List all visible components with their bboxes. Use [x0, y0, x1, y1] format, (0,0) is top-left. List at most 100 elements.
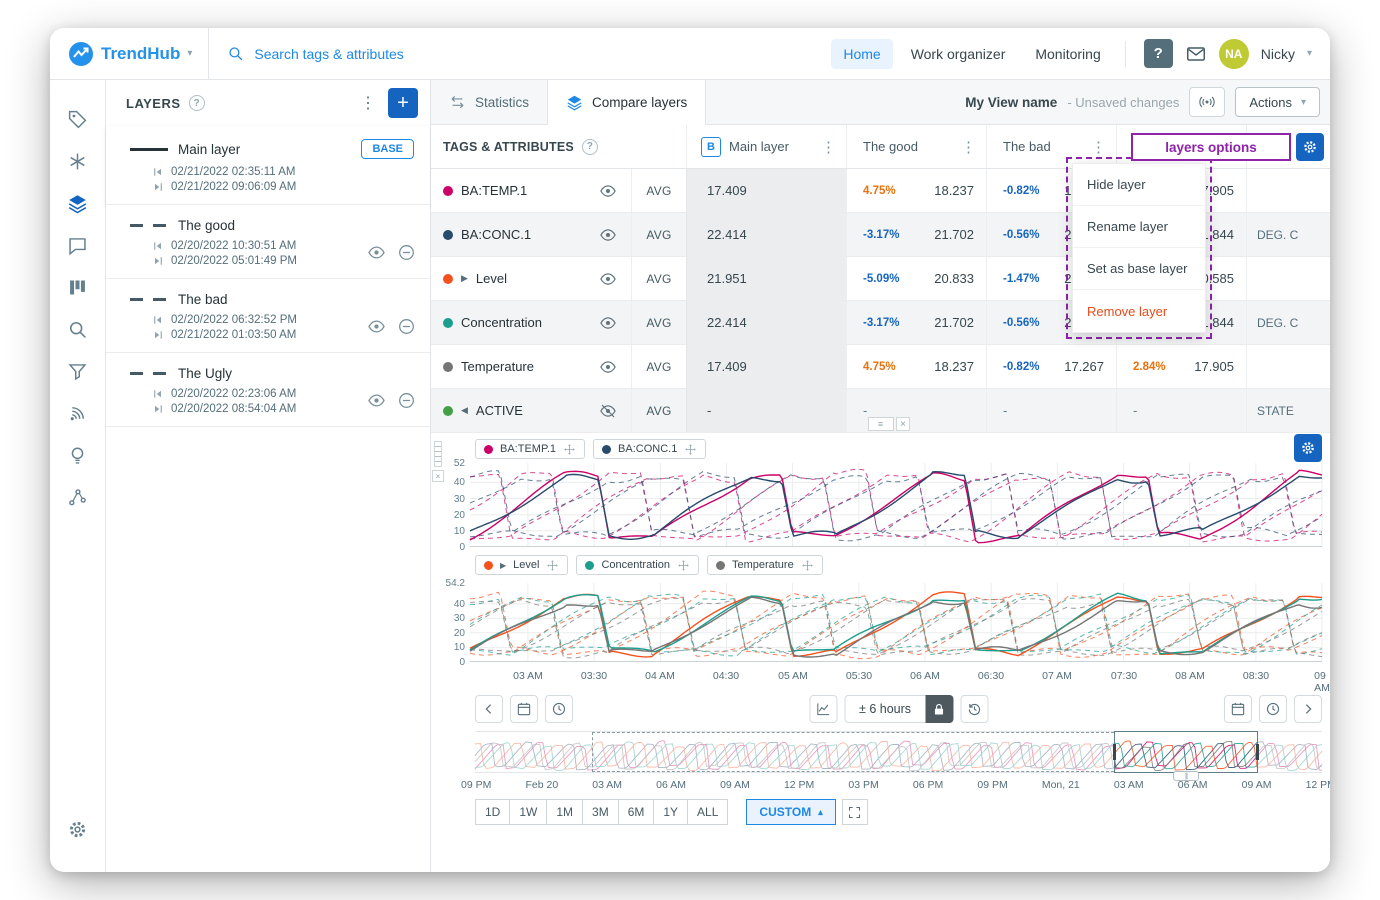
- chart-settings-button[interactable]: [1294, 434, 1322, 462]
- help-button[interactable]: ?: [1144, 39, 1173, 68]
- overview-selection-window[interactable]: [1114, 731, 1258, 773]
- bottom-trend-chart[interactable]: [470, 583, 1322, 662]
- visibility-eye-icon[interactable]: [599, 182, 631, 200]
- expand-icon[interactable]: ▶: [500, 561, 506, 570]
- aggregation-select[interactable]: AVG: [631, 169, 686, 212]
- layer-visibility-eye-icon[interactable]: [367, 317, 386, 336]
- history-button[interactable]: [960, 695, 988, 723]
- table-settings-button[interactable]: [1296, 133, 1324, 161]
- tag-name-cell[interactable]: Concentration: [431, 301, 631, 344]
- aggregation-select[interactable]: AVG: [631, 257, 686, 300]
- rail-search-button[interactable]: [57, 308, 99, 350]
- visibility-eye-off-icon[interactable]: [599, 402, 631, 420]
- panel-divider-widget[interactable]: ≡ ×: [868, 417, 910, 431]
- actions-button[interactable]: Actions▾: [1235, 87, 1320, 117]
- lock-timespan-button[interactable]: [925, 695, 953, 723]
- timespan-label[interactable]: ± 6 hours: [844, 695, 925, 723]
- layer-visibility-eye-icon[interactable]: [367, 391, 386, 410]
- aggregation-select[interactable]: AVG: [631, 389, 686, 432]
- end-time-button[interactable]: [1259, 695, 1287, 723]
- layer-remove-minus-icon[interactable]: [397, 243, 416, 262]
- range-3m-button[interactable]: 3M: [582, 799, 619, 825]
- rail-layers-button[interactable]: [57, 182, 99, 224]
- layer-item-the-ugly[interactable]: The Ugly 02/20/2022 02:23:06 AM 02/20/20…: [106, 353, 430, 427]
- start-date-button[interactable]: [510, 695, 538, 723]
- nav-home[interactable]: Home: [831, 39, 892, 69]
- menu-item-rename-layer[interactable]: Rename layer: [1073, 206, 1205, 248]
- aggregation-select[interactable]: AVG: [631, 301, 686, 344]
- broadcast-button[interactable]: [1189, 87, 1225, 117]
- rail-columns-button[interactable]: [57, 266, 99, 308]
- close-icon[interactable]: ×: [432, 470, 444, 482]
- top-trend-chart[interactable]: [470, 463, 1322, 547]
- tab-statistics[interactable]: Statistics: [431, 80, 548, 124]
- rail-signal-button[interactable]: [57, 392, 99, 434]
- start-time-button[interactable]: [545, 695, 573, 723]
- nav-monitoring[interactable]: Monitoring: [1023, 39, 1112, 69]
- side-scroll-widget[interactable]: ×: [432, 441, 444, 482]
- rail-context-button[interactable]: [57, 140, 99, 182]
- menu-item-hide-layer[interactable]: Hide layer: [1073, 164, 1205, 206]
- column-menu-icon[interactable]: ⋮: [821, 138, 846, 156]
- vertical-grip[interactable]: [434, 441, 442, 467]
- scroll-right-button[interactable]: [1294, 695, 1322, 723]
- rail-filter-button[interactable]: [57, 350, 99, 392]
- column-menu-icon[interactable]: ⋮: [1091, 138, 1116, 156]
- overview-timeline[interactable]: ∥: [475, 731, 1322, 773]
- layer-remove-minus-icon[interactable]: [397, 317, 416, 336]
- layer-visibility-eye-icon[interactable]: [367, 243, 386, 262]
- aggregation-select[interactable]: AVG: [631, 345, 686, 388]
- user-menu-caret-icon[interactable]: ▾: [1307, 48, 1312, 59]
- legend-chip-level[interactable]: ▶ Level: [475, 555, 568, 575]
- range-1d-button[interactable]: 1D: [475, 799, 510, 825]
- tag-name-cell[interactable]: Temperature: [431, 345, 631, 388]
- visibility-eye-icon[interactable]: [599, 270, 631, 288]
- overview-selection-grip[interactable]: ∥: [1173, 771, 1199, 781]
- move-icon[interactable]: [801, 559, 814, 572]
- tag-name-cell[interactable]: BA:TEMP.1: [431, 169, 631, 212]
- menu-item-set-as-base-layer[interactable]: Set as base layer: [1073, 248, 1205, 290]
- legend-chip-temperature[interactable]: Temperature: [707, 555, 823, 575]
- rail-bulb-button[interactable]: [57, 434, 99, 476]
- add-layer-button[interactable]: +: [388, 88, 418, 118]
- legend-chip-ba-temp-1[interactable]: BA:TEMP.1: [475, 439, 585, 459]
- range-1w-button[interactable]: 1W: [509, 799, 547, 825]
- column-menu-icon[interactable]: ⋮: [961, 138, 986, 156]
- divider-grip-icon[interactable]: ≡: [868, 417, 894, 431]
- layer-item-main-layer[interactable]: Main layer BASE 02/21/2022 02:35:11 AM 0…: [106, 126, 430, 205]
- fullscreen-button[interactable]: [842, 799, 868, 825]
- rail-graph-button[interactable]: [57, 476, 99, 518]
- collapse-icon[interactable]: ◀: [461, 405, 468, 416]
- trend-tool-button[interactable]: [809, 695, 837, 723]
- aggregation-select[interactable]: AVG: [631, 213, 686, 256]
- inbox-button[interactable]: [1185, 43, 1207, 65]
- move-icon[interactable]: [677, 559, 690, 572]
- visibility-eye-icon[interactable]: [599, 314, 631, 332]
- expand-icon[interactable]: ▶: [461, 273, 468, 284]
- range-all-button[interactable]: ALL: [687, 799, 728, 825]
- help-circle-icon[interactable]: ?: [582, 139, 598, 155]
- legend-chip-concentration[interactable]: Concentration: [576, 555, 699, 575]
- app-logo[interactable]: TrendHub ▾: [50, 41, 208, 67]
- global-search[interactable]: Search tags & attributes: [208, 28, 831, 79]
- move-icon[interactable]: [684, 443, 697, 456]
- avatar[interactable]: NA: [1219, 39, 1249, 69]
- tag-name-cell[interactable]: BA:CONC.1: [431, 213, 631, 256]
- layer-item-the-bad[interactable]: The bad 02/20/2022 06:32:52 PM 02/21/202…: [106, 279, 430, 353]
- layer-item-the-good[interactable]: The good 02/20/2022 10:30:51 AM 02/20/20…: [106, 205, 430, 279]
- logo-caret-icon[interactable]: ▾: [187, 48, 192, 59]
- tag-name-cell[interactable]: ◀ ACTIVE: [431, 389, 631, 432]
- legend-chip-ba-conc-1[interactable]: BA:CONC.1: [593, 439, 706, 459]
- tab-compare-layers[interactable]: Compare layers: [548, 80, 706, 124]
- menu-item-remove-layer[interactable]: Remove layer: [1073, 290, 1205, 332]
- rail-settings-button[interactable]: [57, 808, 99, 850]
- move-icon[interactable]: [546, 559, 559, 572]
- range-custom-button[interactable]: CUSTOM▴: [746, 799, 835, 825]
- rail-tag-button[interactable]: [57, 98, 99, 140]
- help-circle-icon[interactable]: ?: [189, 95, 205, 111]
- move-icon[interactable]: [563, 443, 576, 456]
- end-date-button[interactable]: [1224, 695, 1252, 723]
- layers-menu-button[interactable]: ⋮: [354, 90, 378, 116]
- visibility-eye-icon[interactable]: [599, 226, 631, 244]
- visibility-eye-icon[interactable]: [599, 358, 631, 376]
